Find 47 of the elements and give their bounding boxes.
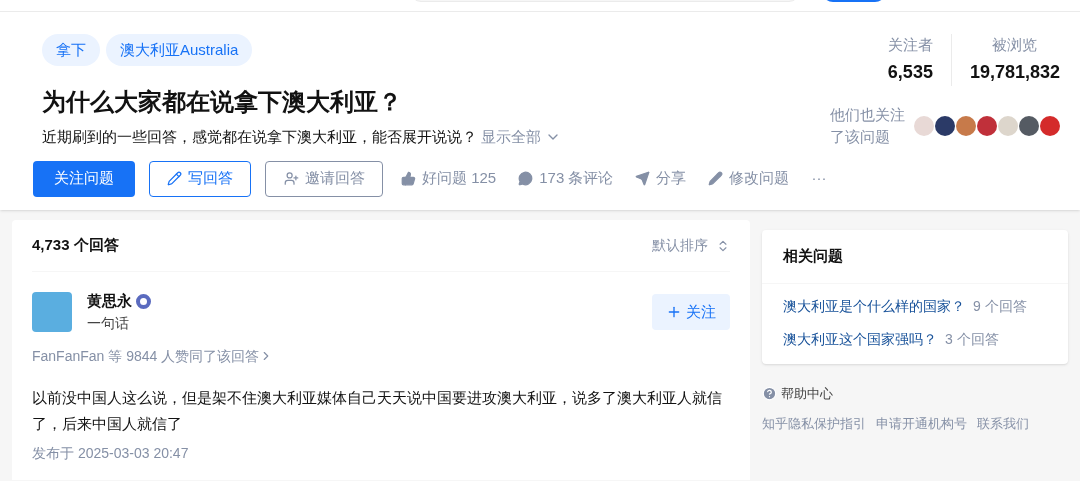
footer-link[interactable]: 联系我们 xyxy=(977,413,1029,433)
verified-badge-icon xyxy=(136,293,151,309)
publish-time: 发布于 2025-03-03 20:47 xyxy=(32,443,190,463)
avatar[interactable] xyxy=(935,116,955,136)
author-name[interactable]: 黄思永 xyxy=(87,290,132,313)
action-button[interactable]: 关注问题 xyxy=(33,160,135,197)
answer-count: 4,733 个回答 xyxy=(32,235,119,256)
stat-label: 关注者 xyxy=(887,35,933,55)
question-detail: 近期刷到的一些回答，感觉都在说拿下澳大利亚，能否展开说说？ xyxy=(42,127,477,147)
show-all-button[interactable]: 显示全部 xyxy=(481,126,561,149)
answer-count: 9 个回答 xyxy=(973,297,1027,316)
stat-value: 6,535 xyxy=(887,60,933,84)
question-title: 为什么大家都在说拿下澳大利亚？ xyxy=(42,87,403,117)
toolbar-action[interactable]: ··· xyxy=(807,160,831,197)
toolbar-action[interactable]: 好问题 125 xyxy=(397,160,501,197)
thumbs-up-icon xyxy=(401,171,416,186)
footer-link[interactable]: 申请开通机构号 xyxy=(876,413,967,433)
stat-label: 被浏览 xyxy=(992,35,1038,55)
help-icon xyxy=(762,386,777,402)
footer-link[interactable]: 知乎隐私保护指引 xyxy=(762,413,866,433)
avatar[interactable] xyxy=(1040,116,1060,136)
toolbar-action[interactable]: 173 条评论 xyxy=(514,160,618,197)
answer-count: 3 个回答 xyxy=(945,330,999,349)
toolbar-action[interactable]: 修改问题 xyxy=(704,160,794,197)
author-bio: 一句话 xyxy=(87,313,130,333)
pencil-icon xyxy=(167,171,182,186)
add-user-icon xyxy=(283,171,299,186)
related-question-link[interactable]: 澳大利亚是个什么样的国家？ xyxy=(783,296,965,317)
topic-tag[interactable]: 拿下 xyxy=(42,34,100,66)
paper-plane-icon xyxy=(635,171,651,186)
comment-icon xyxy=(518,171,534,186)
follow-button[interactable]: 关注 xyxy=(652,293,730,330)
action-button[interactable]: 邀请回答 xyxy=(265,160,383,197)
toolbar-action[interactable]: 分享 xyxy=(631,160,691,197)
topic-tag[interactable]: 澳大利亚Australia xyxy=(106,34,253,66)
related-question-link[interactable]: 澳大利亚这个国家强吗？ xyxy=(783,329,937,350)
avatar[interactable] xyxy=(1019,116,1039,136)
followers-label: 他们也关注了该问题 xyxy=(830,104,906,147)
sort-dropdown[interactable]: 默认排序 xyxy=(652,235,730,256)
answer-text: 以前没中国人这么说，但是架不住澳大利亚媒体自己天天说中国要进攻澳大利亚，说多了澳大利亚人就信了，后来中国人就信了 xyxy=(32,387,722,434)
upvoters-link[interactable]: FanFanFan 等 9844 人赞同了该回答 xyxy=(32,345,274,367)
card-title: 相关问题 xyxy=(783,246,843,267)
action-button[interactable]: 写回答 xyxy=(149,160,251,197)
stat-value: 19,781,832 xyxy=(969,60,1060,84)
pencil-icon xyxy=(708,171,724,186)
section-title: 帮助中心 xyxy=(781,385,833,403)
avatar[interactable] xyxy=(977,116,997,136)
